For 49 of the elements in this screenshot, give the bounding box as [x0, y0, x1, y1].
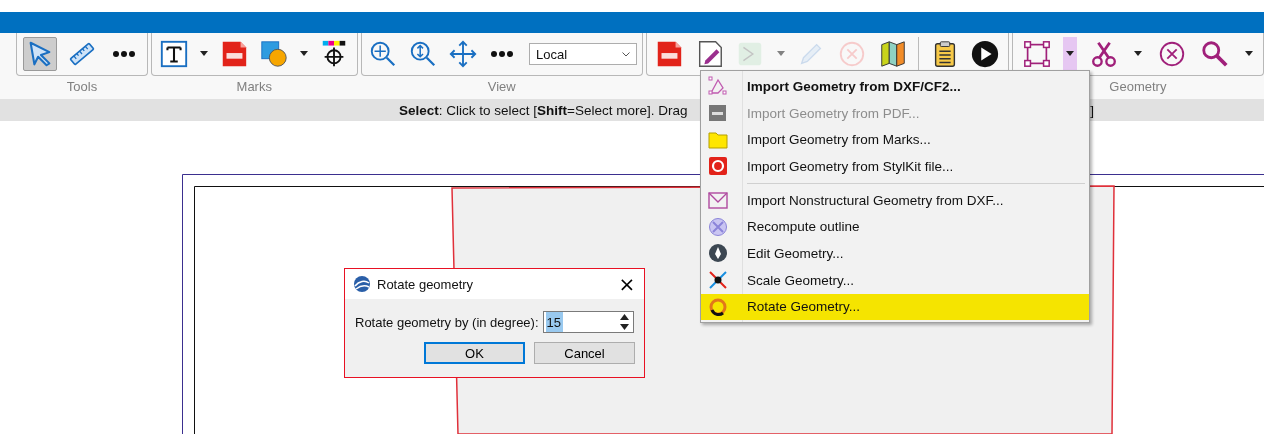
dropdown-arrow-button[interactable]: [1063, 37, 1078, 71]
group-label: View: [486, 78, 517, 96]
caret-icon: [776, 51, 785, 57]
close-button[interactable]: ×: [612, 269, 642, 299]
menu-item[interactable]: Import Nonstructural Geometry from DXF...: [701, 179, 1089, 214]
menu-item[interactable]: Import Geometry from DXF/CF2...: [701, 73, 1089, 100]
caret-icon: [1245, 51, 1254, 57]
menu-item[interactable]: Recompute outline: [701, 213, 1089, 241]
caret-icon: [1133, 51, 1142, 57]
ring-icon: [708, 296, 728, 317]
pen-nib-icon: [708, 243, 728, 264]
chevron-icon: [622, 51, 631, 57]
degree-spinbox[interactable]: 15: [542, 311, 634, 333]
envelope-icon: [708, 190, 728, 211]
group-label: Tools: [65, 78, 99, 96]
caret-icon: [200, 51, 209, 57]
menu-item[interactable]: Rotate Geometry...: [701, 293, 1089, 321]
dialog-button[interactable]: OK: [424, 342, 525, 364]
pdf-icon: [708, 103, 728, 124]
group-label: Geometry: [1108, 78, 1168, 96]
menu-item[interactable]: Scale Geometry...: [701, 266, 1089, 294]
pan-icon: [447, 39, 478, 69]
shapes-icon: [259, 39, 290, 69]
caret-icon: [300, 51, 309, 57]
dialog-button[interactable]: Cancel: [534, 342, 635, 364]
dialog-title: Rotate geometry: [377, 276, 475, 292]
group-label: Marks: [235, 78, 273, 96]
caret-icon: [1066, 51, 1075, 57]
menu-item[interactable]: Edit Geometry...: [701, 240, 1089, 267]
up-arrow-icon: [620, 314, 630, 320]
folder-icon: [708, 129, 728, 150]
status-text-end: ]: [1090, 102, 1094, 118]
text-icon: [159, 39, 189, 69]
field-label: Rotate geometry by (in degree):: [355, 314, 539, 330]
view-dropdown[interactable]: Local: [529, 43, 638, 65]
bounding-box-icon: [1021, 39, 1052, 69]
menu-item[interactable]: Import Geometry from Marks...: [701, 126, 1089, 154]
more-icon: [490, 50, 515, 58]
globe-icon: [353, 275, 371, 293]
status-text: Select: Click to select [Shift=Select more]. Drag: [399, 102, 688, 118]
scale-icon: [708, 270, 728, 291]
more-icon: [111, 50, 136, 58]
play-icon: [970, 39, 1001, 69]
stylkit-icon: [708, 156, 728, 177]
down-arrow-icon: [620, 324, 630, 330]
select-tool-button[interactable]: [23, 37, 57, 71]
outline-icon: [708, 216, 728, 237]
pen-nodes-icon: [708, 76, 728, 97]
menu-item[interactable]: Import Geometry from StylKit file...: [701, 153, 1089, 180]
